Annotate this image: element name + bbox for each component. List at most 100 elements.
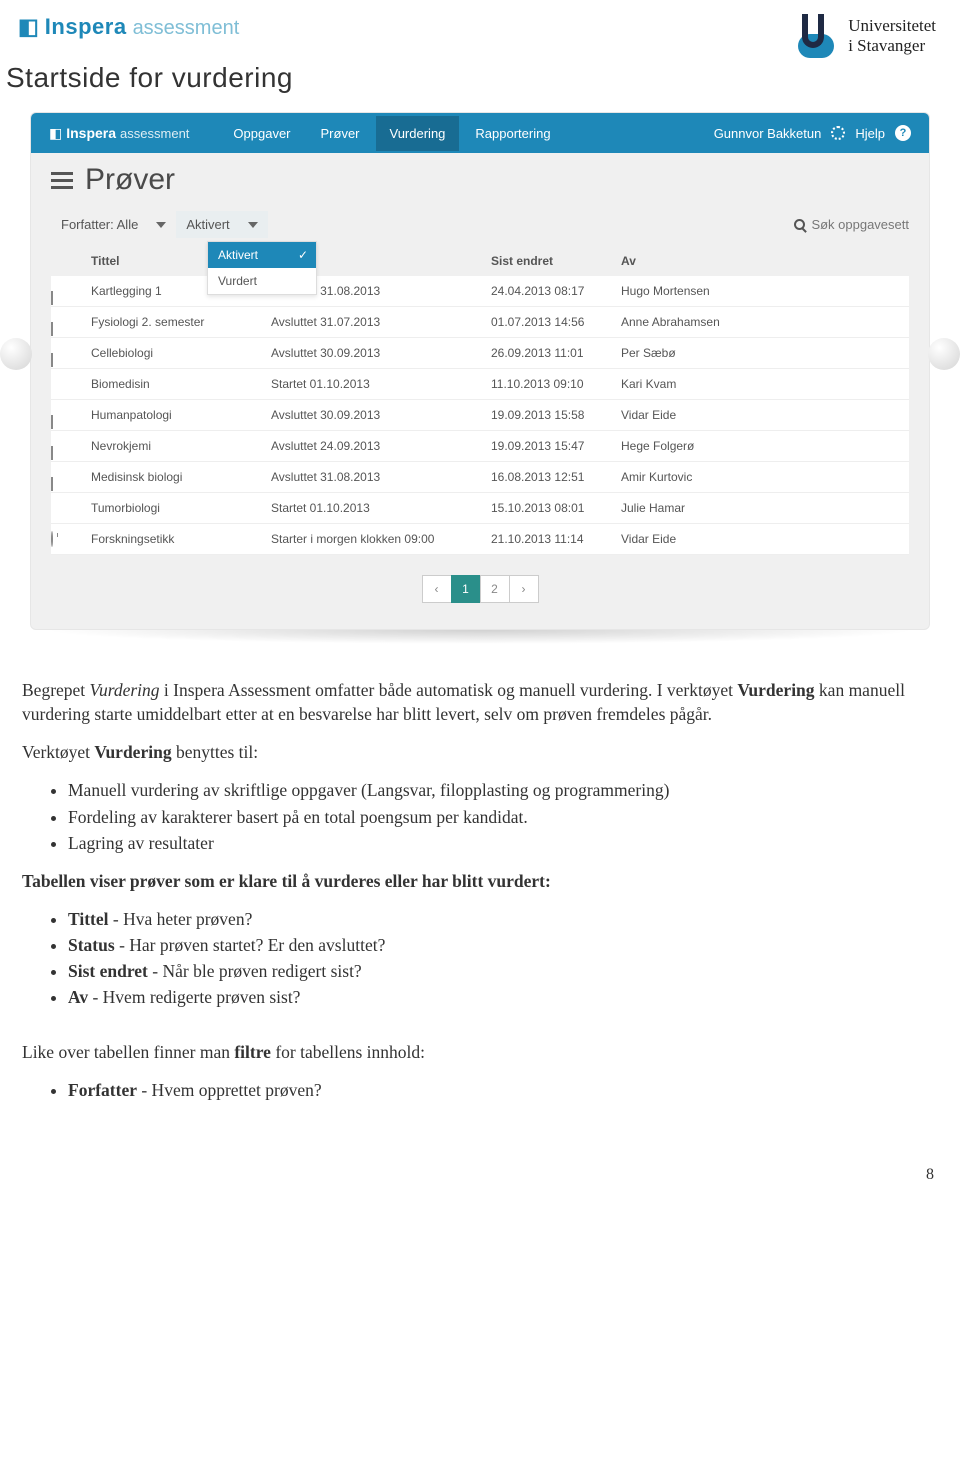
filter-author-label: Forfatter: Alle (61, 217, 138, 232)
paragraph-3: Tabellen viser prøver som er klare til å… (22, 869, 938, 893)
list-item: Lagring av resultater (68, 831, 938, 855)
user-menu[interactable]: Gunnvor Bakketun Hjelp ? (714, 125, 911, 141)
page-header: ◧ Inspera assessment Universitetet i Sta… (0, 0, 960, 58)
row-sist: 24.04.2013 08:17 (491, 284, 621, 298)
row-av: Kari Kvam (621, 377, 909, 391)
table-row[interactable]: Fysiologi 2. semesterAvsluttet 31.07.201… (51, 307, 909, 338)
col-sist[interactable]: Sist endret (491, 254, 621, 268)
table-rows: Kartlegging 1Avsluttet 31.08.201324.04.2… (31, 276, 929, 555)
app-brand[interactable]: ◧ Inspera assessment (49, 125, 189, 142)
user-name: Gunnvor Bakketun (714, 126, 822, 141)
gear-icon[interactable] (831, 126, 845, 140)
dropdown-opt-aktivert[interactable]: Aktivert (208, 242, 316, 268)
brand-mark-icon: ◧ (49, 125, 62, 142)
row-status: Starter i morgen klokken 09:00 (271, 532, 491, 546)
logo-name: Inspera (45, 14, 127, 40)
content-header: Prøver (31, 153, 929, 203)
row-title: Forskningsetikk (91, 532, 271, 546)
list-item: Av - Hvem redigerte prøven sist? (68, 985, 938, 1009)
row-status: Avsluttet 30.09.2013 (271, 408, 491, 422)
list-item: Manuell vurdering av skriftlige oppgaver… (68, 778, 938, 802)
paragraph-4: Like over tabellen finner man filtre for… (22, 1040, 938, 1064)
menu-icon[interactable] (51, 172, 73, 189)
content-title: Prøver (85, 163, 175, 197)
row-status: Avsluttet 30.09.2013 (271, 346, 491, 360)
table-row[interactable]: NevrokjemiAvsluttet 24.09.201319.09.2013… (51, 431, 909, 462)
table-row[interactable]: TumorbiologiStartet 01.10.201315.10.2013… (51, 493, 909, 524)
table-row[interactable]: Kartlegging 1Avsluttet 31.08.201324.04.2… (51, 276, 909, 307)
list-filters: Forfatter - Hvem opprettet prøven? (22, 1078, 938, 1102)
nav-rapportering[interactable]: Rapportering (461, 116, 564, 151)
nav-vurdering[interactable]: Vurdering (376, 116, 460, 151)
topbar: ◧ Inspera assessment Oppgaver Prøver Vur… (31, 113, 929, 153)
list-item: Status - Har prøven startet? Er den avsl… (68, 933, 938, 957)
search-placeholder: Søk oppgavesett (811, 217, 909, 232)
inspera-logo: ◧ Inspera assessment (18, 14, 239, 40)
clock-icon (51, 531, 53, 547)
col-av[interactable]: Av (621, 254, 909, 268)
table-row[interactable]: BiomedisinStartet 01.10.201311.10.2013 0… (51, 369, 909, 400)
row-av: Per Sæbø (621, 346, 909, 360)
list-vurdering-uses: Manuell vurdering av skriftlige oppgaver… (22, 778, 938, 854)
filter-status[interactable]: Aktivert (176, 211, 267, 238)
row-av: Anne Abrahamsen (621, 315, 909, 329)
row-status: Avsluttet 31.07.2013 (271, 315, 491, 329)
list-item: Forfatter - Hvem opprettet prøven? (68, 1078, 938, 1102)
pager-page-2[interactable]: 2 (480, 575, 510, 603)
body-text: Begrepet Vurdering i Inspera Assessment … (0, 650, 960, 1126)
table-row[interactable]: ForskningsetikkStarter i morgen klokken … (51, 524, 909, 555)
filter-author[interactable]: Forfatter: Alle (51, 211, 176, 238)
brand-name: Inspera (66, 125, 116, 141)
row-sist: 21.10.2013 11:14 (491, 532, 621, 546)
dropdown-opt-vurdert[interactable]: Vurdert (208, 268, 316, 294)
uis-logo: Universitetet i Stavanger (798, 14, 936, 58)
uis-line1: Universitetet (848, 16, 936, 36)
row-sist: 19.09.2013 15:47 (491, 439, 621, 453)
row-av: Amir Kurtovic (621, 470, 909, 484)
decor-circle-right (928, 338, 960, 370)
row-status: Startet 01.10.2013 (271, 501, 491, 515)
screenshot-shadow (42, 630, 918, 644)
filter-status-label: Aktivert (186, 217, 229, 232)
row-av: Vidar Eide (621, 408, 909, 422)
row-title: Tumorbiologi (91, 501, 271, 515)
row-sist: 16.08.2013 12:51 (491, 470, 621, 484)
pager-page-1[interactable]: 1 (451, 575, 481, 603)
nav-oppgaver[interactable]: Oppgaver (219, 116, 304, 151)
row-sist: 26.09.2013 11:01 (491, 346, 621, 360)
search-box[interactable]: Søk oppgavesett (794, 217, 909, 232)
help-label[interactable]: Hjelp (855, 126, 885, 141)
row-sist: 11.10.2013 09:10 (491, 377, 621, 391)
filter-bar: Forfatter: Alle Aktivert Aktivert Vurder… (31, 203, 929, 244)
row-status: Avsluttet 31.08.2013 (271, 470, 491, 484)
uis-line2: i Stavanger (848, 36, 936, 56)
row-title: Fysiologi 2. semester (91, 315, 271, 329)
row-title: Nevrokjemi (91, 439, 271, 453)
row-sist: 01.07.2013 14:56 (491, 315, 621, 329)
pager-next[interactable]: › (509, 575, 539, 603)
row-title: Biomedisin (91, 377, 271, 391)
logo-sub: assessment (133, 17, 240, 40)
table-row[interactable]: CellebiologiAvsluttet 30.09.201326.09.20… (51, 338, 909, 369)
help-icon[interactable]: ? (895, 125, 911, 141)
table-row[interactable]: HumanpatologiAvsluttet 30.09.201319.09.2… (51, 400, 909, 431)
paragraph-2: Verktøyet Vurdering benyttes til: (22, 740, 938, 764)
pager-prev[interactable]: ‹ (422, 575, 452, 603)
list-table-columns: Tittel - Hva heter prøven? Status - Har … (22, 907, 938, 1010)
row-title: Medisinsk biologi (91, 470, 271, 484)
list-item: Tittel - Hva heter prøven? (68, 907, 938, 931)
row-sist: 15.10.2013 08:01 (491, 501, 621, 515)
app-screenshot: ◧ Inspera assessment Oppgaver Prøver Vur… (30, 112, 930, 630)
search-icon (794, 219, 805, 230)
row-sist: 19.09.2013 15:58 (491, 408, 621, 422)
table-header: Tittel Sist endret Av (31, 244, 929, 276)
row-av: Julie Hamar (621, 501, 909, 515)
list-item: Fordeling av karakterer basert på en tot… (68, 805, 938, 829)
table-row[interactable]: Medisinsk biologiAvsluttet 31.08.201316.… (51, 462, 909, 493)
brand-sub: assessment (120, 126, 189, 141)
row-av: Hugo Mortensen (621, 284, 909, 298)
logo-mark-icon: ◧ (18, 14, 39, 40)
page-number: 8 (0, 1126, 960, 1202)
nav-prover[interactable]: Prøver (307, 116, 374, 151)
chevron-down-icon (156, 222, 166, 228)
